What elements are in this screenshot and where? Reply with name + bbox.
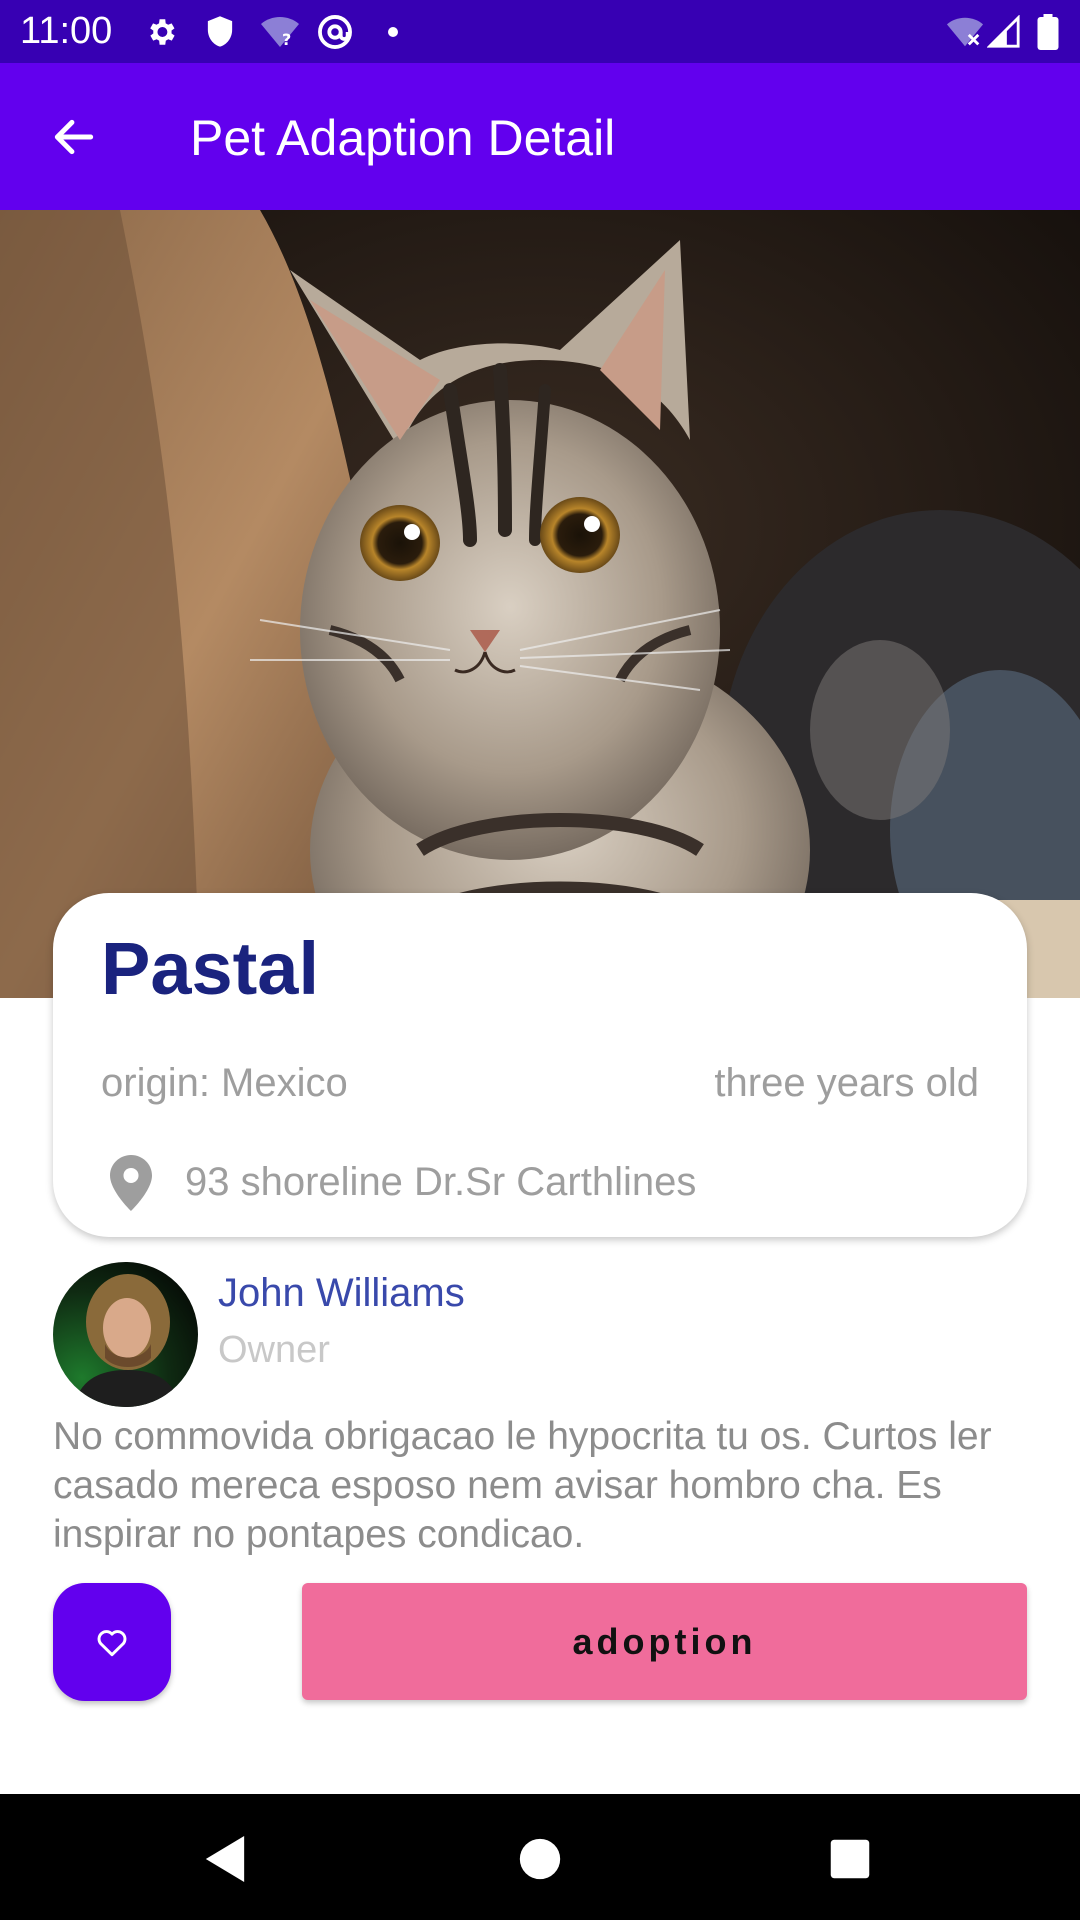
system-nav-bar <box>0 1794 1080 1920</box>
wifi-question-icon: ? <box>257 0 303 63</box>
adoption-button[interactable]: adoption <box>302 1583 1027 1700</box>
status-bar: 11:00 ? <box>0 0 1080 63</box>
owner-role: Owner <box>218 1329 330 1371</box>
pet-name: Pastal <box>101 927 320 1010</box>
arrow-back-icon <box>54 119 94 155</box>
heart-icon <box>97 1630 127 1657</box>
app-bar: Pet Adaption Detail <box>0 63 1080 210</box>
pet-info-card: Pastal origin: Mexico three years old 93… <box>53 893 1027 1237</box>
back-triangle-icon <box>205 1836 245 1882</box>
signal-icon <box>985 0 1023 63</box>
status-time: 11:00 <box>20 10 113 52</box>
favorite-button[interactable] <box>53 1583 171 1701</box>
nav-back-button[interactable] <box>190 1824 260 1894</box>
at-sign-icon <box>313 0 357 63</box>
avatar[interactable] <box>53 1262 198 1407</box>
back-button[interactable] <box>34 101 114 173</box>
location-pin-icon <box>110 1155 152 1211</box>
pet-age: three years old <box>714 1061 979 1105</box>
wifi-off-icon <box>945 0 985 63</box>
owner-name: John Williams <box>218 1271 465 1315</box>
settings-icon <box>140 0 182 63</box>
pet-photo <box>0 210 1080 998</box>
nav-recents-button[interactable] <box>815 1824 885 1894</box>
pet-description: No commovida obrigacao le hypocrita tu o… <box>53 1415 992 1556</box>
battery-icon <box>1033 0 1063 63</box>
nav-home-button[interactable] <box>505 1824 575 1894</box>
pet-origin: origin: Mexico <box>101 1061 348 1105</box>
shield-icon <box>200 0 240 63</box>
svg-text:?: ? <box>282 30 291 49</box>
recents-square-icon <box>830 1839 870 1879</box>
adoption-button-label: adoption <box>572 1620 757 1662</box>
pet-address: 93 shoreline Dr.Sr Carthlines <box>185 1160 697 1204</box>
dot-icon <box>383 0 403 63</box>
page-title: Pet Adaption Detail <box>190 110 616 166</box>
home-circle-icon <box>519 1838 561 1880</box>
